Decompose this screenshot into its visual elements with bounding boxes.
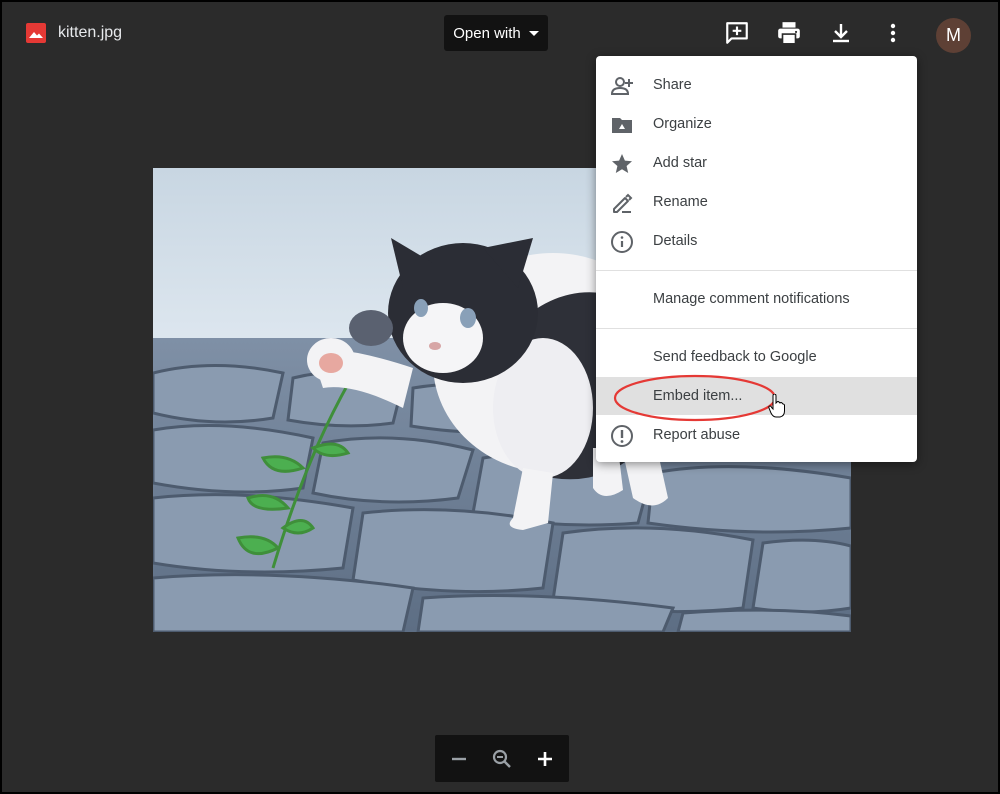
menu-divider xyxy=(596,270,917,271)
open-with-button[interactable]: Open with xyxy=(444,15,548,51)
menu-item-label: Rename xyxy=(653,194,708,210)
menu-item-label: Details xyxy=(653,233,698,249)
report-icon xyxy=(611,425,633,447)
download-icon xyxy=(833,24,849,43)
zoom-controls xyxy=(435,735,569,782)
menu-item-organize[interactable]: Organize xyxy=(596,105,917,143)
star-icon xyxy=(612,154,632,173)
drive-image-viewer: kitten.jpg Open with M Share Organize Ad… xyxy=(4,4,998,792)
menu-item-rename[interactable]: Rename xyxy=(596,183,917,221)
menu-item-manage-comment-notifications[interactable]: Manage comment notifications xyxy=(596,280,917,318)
avatar[interactable]: M xyxy=(936,18,971,53)
file-name: kitten.jpg xyxy=(58,24,123,41)
top-bar: kitten.jpg Open with M xyxy=(4,4,998,62)
print-button[interactable] xyxy=(774,18,804,48)
avatar-initial: M xyxy=(946,25,961,45)
menu-item-label: Send feedback to Google xyxy=(653,349,817,365)
add-comment-icon xyxy=(726,22,748,44)
more-options-menu: Share Organize Add star Rename Details M… xyxy=(596,56,917,462)
open-with-label: Open with xyxy=(453,24,521,42)
menu-item-add-star[interactable]: Add star xyxy=(596,144,917,182)
pencil-icon xyxy=(613,193,633,213)
image-file-icon xyxy=(26,23,46,43)
download-button[interactable] xyxy=(826,18,856,48)
menu-item-label: Report abuse xyxy=(653,427,741,443)
more-options-icon xyxy=(890,23,896,43)
print-icon xyxy=(778,22,800,45)
hand-cursor-icon xyxy=(768,394,785,418)
zoom-reset-icon[interactable] xyxy=(490,747,514,771)
chevron-down-icon xyxy=(528,30,539,36)
more-options-button[interactable] xyxy=(878,18,908,48)
zoom-in-icon[interactable] xyxy=(533,747,557,771)
highlight-ellipse xyxy=(613,374,777,422)
add-person-icon xyxy=(610,77,633,95)
menu-item-label: Organize xyxy=(653,116,712,132)
menu-divider xyxy=(596,328,917,329)
menu-item-label: Manage comment notifications xyxy=(653,291,850,307)
file-title: kitten.jpg xyxy=(26,20,122,46)
info-icon xyxy=(611,231,633,253)
add-comment-button[interactable] xyxy=(722,18,752,48)
menu-item-details[interactable]: Details xyxy=(596,222,917,260)
menu-item-label: Share xyxy=(653,77,692,93)
menu-item-send-feedback[interactable]: Send feedback to Google xyxy=(596,338,917,376)
zoom-out-icon[interactable] xyxy=(447,747,471,771)
menu-item-share[interactable]: Share xyxy=(596,66,917,104)
drive-folder-icon xyxy=(612,118,632,133)
menu-item-label: Add star xyxy=(653,155,707,171)
screenshot-frame: kitten.jpg Open with M Share Organize Ad… xyxy=(0,0,1000,794)
